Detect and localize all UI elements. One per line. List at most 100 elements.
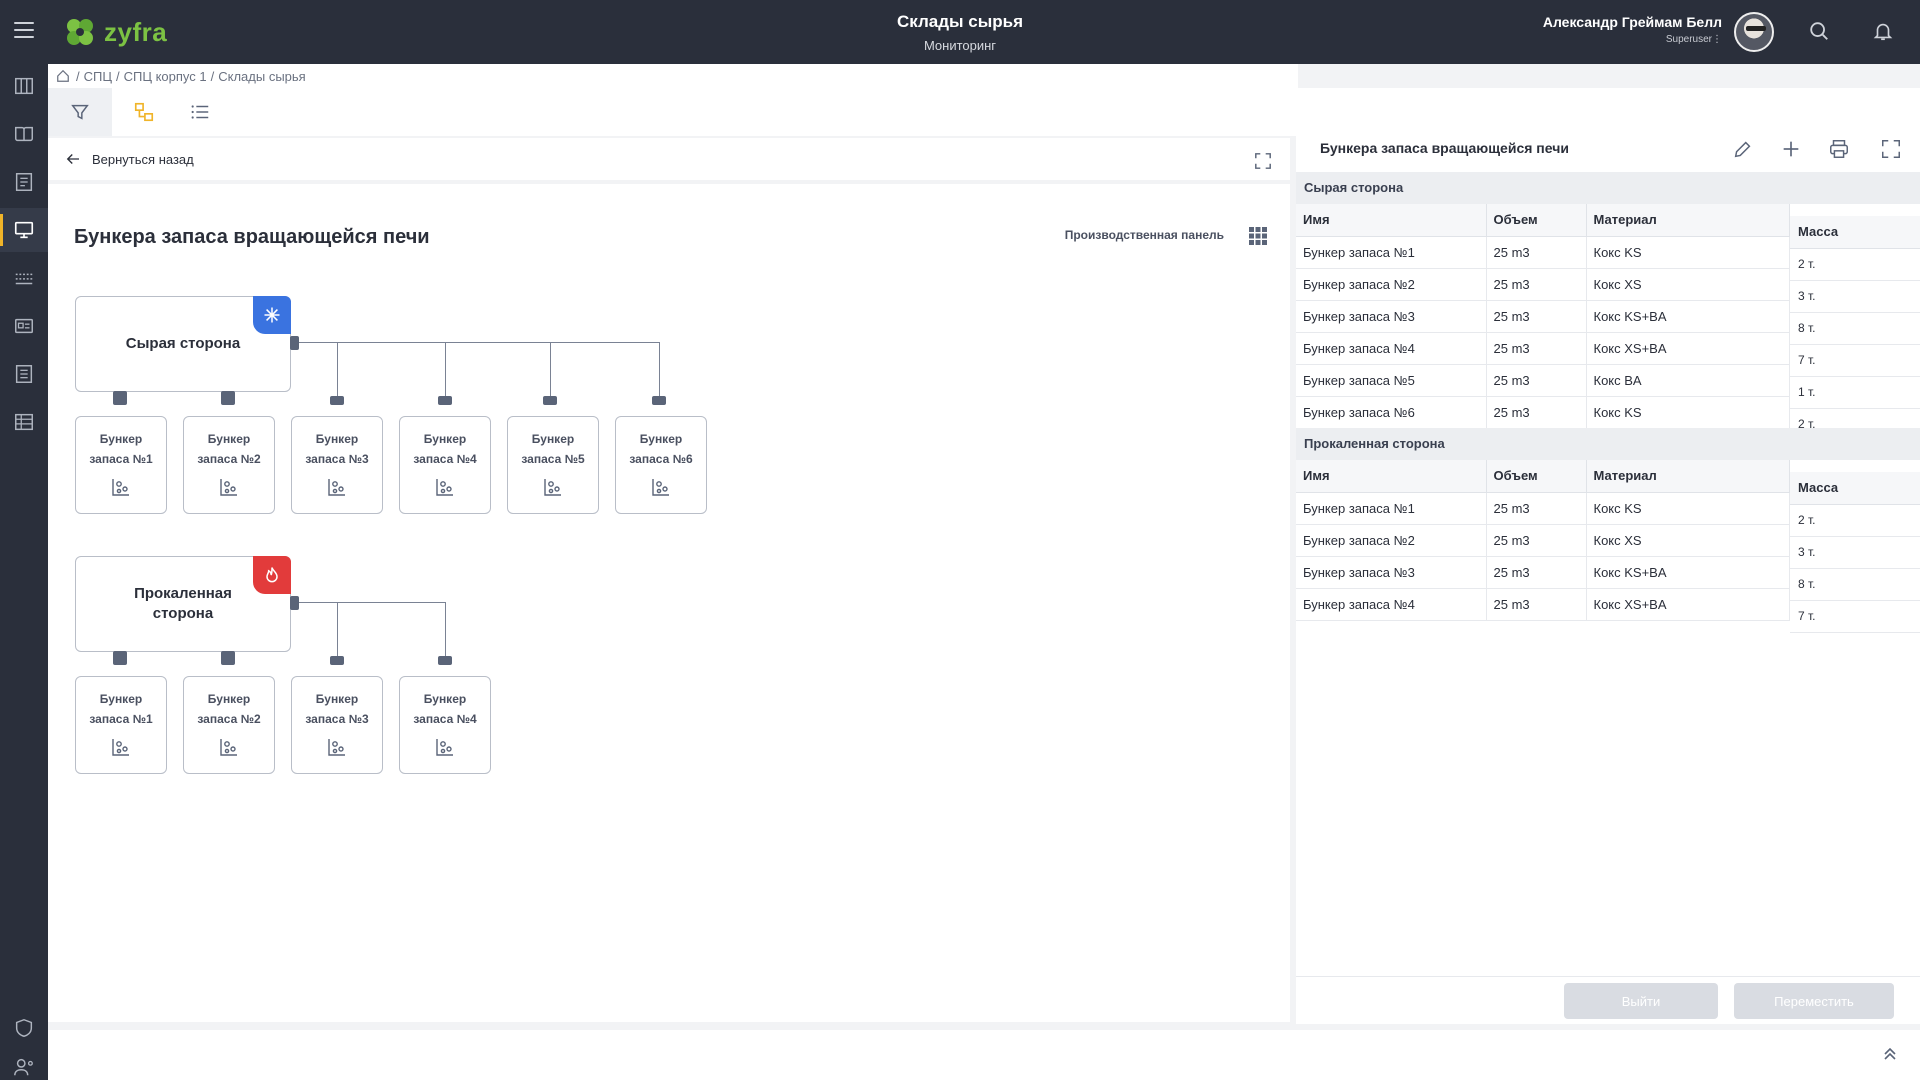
- printer-icon[interactable]: [1828, 138, 1850, 160]
- table-row[interactable]: Бункер запаса №3 25 m3 Кокс KS+BA: [1296, 300, 1790, 333]
- sidebar-item-storage[interactable]: [0, 400, 48, 444]
- bunker-chart-icon[interactable]: [435, 737, 455, 757]
- double-chevron-up-icon[interactable]: [1882, 1046, 1898, 1062]
- user-info[interactable]: Александр Греймам Белл Superuser⋮: [1543, 14, 1722, 45]
- fullscreen-icon[interactable]: [1254, 152, 1272, 170]
- breadcrumb-item-spc-building[interactable]: СПЦ корпус 1: [124, 69, 207, 84]
- child-node-calc-1[interactable]: Бункер запаса №1: [75, 676, 167, 774]
- bunker-chart-icon[interactable]: [111, 737, 131, 757]
- fullscreen-icon[interactable]: [1880, 138, 1902, 160]
- sidebar-item-journal[interactable]: [0, 352, 48, 396]
- calcined-side-table: Имя Объем Материал Бункер запаса №1 25 m3…: [1296, 460, 1790, 621]
- node-label: Бункер: [207, 432, 251, 446]
- table-header-row: Имя Объем Материал: [1296, 460, 1790, 493]
- table-row[interactable]: Бункер запаса №3 25 m3 Кокс KS+BA: [1296, 556, 1790, 589]
- table-row[interactable]: Бункер запаса №4 25 m3 Кокс XS+BA: [1296, 588, 1790, 621]
- cell-mass: 1 т.: [1790, 376, 1920, 409]
- document-icon: [15, 173, 33, 191]
- cell-name: Бункер запаса №1: [1296, 236, 1487, 269]
- connector-line: [445, 602, 446, 660]
- bunker-chart-icon[interactable]: [219, 477, 239, 497]
- pencil-icon[interactable]: [1732, 138, 1754, 160]
- page-subtitle: Мониторинг: [923, 38, 997, 53]
- search-icon[interactable]: [1808, 20, 1830, 42]
- sidebar-item-lines[interactable]: [0, 256, 48, 300]
- node-label: запаса №1: [89, 452, 153, 466]
- col-header-name[interactable]: Имя: [1296, 460, 1487, 493]
- child-node-raw-4[interactable]: Бункер запаса №4: [399, 416, 491, 514]
- filter-button[interactable]: [48, 88, 112, 136]
- child-node-raw-2[interactable]: Бункер запаса №2: [183, 416, 275, 514]
- exit-button[interactable]: Выйти: [1564, 983, 1718, 1019]
- node-label: запаса №3: [305, 712, 369, 726]
- cell-material: Кокс KS: [1586, 396, 1790, 429]
- sidebar-item-users[interactable]: [0, 1054, 48, 1080]
- zyfra-logo-icon: [67, 19, 93, 45]
- sidebar-item-monitoring[interactable]: [0, 208, 48, 252]
- calcined-side-badge: [253, 556, 291, 594]
- hierarchy-view-button[interactable]: [112, 88, 176, 136]
- avatar[interactable]: [1734, 12, 1774, 52]
- col-header-mass[interactable]: Масса: [1790, 216, 1920, 249]
- page-title: Склады сырья: [896, 12, 1023, 31]
- parent-node-calcined-side[interactable]: Прокаленная сторона: [75, 556, 291, 652]
- home-icon[interactable]: [56, 69, 70, 83]
- bunker-chart-icon[interactable]: [543, 477, 563, 497]
- bunker-chart-icon[interactable]: [111, 477, 131, 497]
- table-row[interactable]: Бункер запаса №2 25 m3 Кокс XS: [1296, 524, 1790, 557]
- bunker-chart-icon[interactable]: [327, 737, 347, 757]
- sidebar-item-dashboard[interactable]: [0, 304, 48, 348]
- table-row[interactable]: Бункер запаса №1 25 m3 Кокс KS: [1296, 492, 1790, 525]
- table-row[interactable]: Бункер запаса №5 25 m3 Кокс BA: [1296, 364, 1790, 397]
- table-row[interactable]: Бункер запаса №1 25 m3 Кокс KS: [1296, 236, 1790, 269]
- child-node-calc-2[interactable]: Бункер запаса №2: [183, 676, 275, 774]
- child-node-raw-3[interactable]: Бункер запаса №3: [291, 416, 383, 514]
- cell-volume: 25 m3: [1486, 556, 1587, 589]
- section-calcined-side[interactable]: Прокаленная сторона: [1296, 428, 1920, 460]
- menu-icon[interactable]: [14, 22, 34, 38]
- cell-name: Бункер запаса №3: [1296, 300, 1487, 333]
- bunker-chart-icon[interactable]: [651, 477, 671, 497]
- child-node-raw-5[interactable]: Бункер запаса №5: [507, 416, 599, 514]
- col-header-volume[interactable]: Объем: [1486, 460, 1587, 493]
- bunker-chart-icon[interactable]: [327, 477, 347, 497]
- col-header-material[interactable]: Материал: [1586, 460, 1790, 493]
- table-row[interactable]: Бункер запаса №6 25 m3 Кокс KS: [1296, 396, 1790, 429]
- parent-node-label: Прокаленная: [134, 585, 232, 602]
- grid-icon[interactable]: [1248, 226, 1268, 246]
- logo[interactable]: zyfra: [62, 14, 167, 50]
- col-header-volume[interactable]: Объем: [1486, 204, 1587, 237]
- columns-icon: [15, 77, 33, 95]
- bunker-chart-icon[interactable]: [219, 737, 239, 757]
- breadcrumb-item-raw-warehouses[interactable]: Склады сырья: [218, 69, 305, 84]
- move-button[interactable]: Переместить: [1734, 983, 1894, 1019]
- child-node-raw-1[interactable]: Бункер запаса №1: [75, 416, 167, 514]
- list-view-button[interactable]: [176, 88, 224, 136]
- breadcrumb-item-spc[interactable]: СПЦ: [84, 69, 112, 84]
- col-header-name[interactable]: Имя: [1296, 204, 1487, 237]
- col-header-mass[interactable]: Масса: [1790, 472, 1920, 505]
- child-node-raw-6[interactable]: Бункер запаса №6: [615, 416, 707, 514]
- sidebar-item-catalog[interactable]: [0, 112, 48, 156]
- col-header-material[interactable]: Материал: [1586, 204, 1790, 237]
- table-row[interactable]: Бункер запаса №2 25 m3 Кокс XS: [1296, 268, 1790, 301]
- child-node-calc-3[interactable]: Бункер запаса №3: [291, 676, 383, 774]
- bell-icon[interactable]: [1872, 20, 1894, 42]
- input-port: [330, 396, 344, 405]
- parent-node-raw-side[interactable]: Сырая сторона: [75, 296, 291, 392]
- cell-volume: 25 m3: [1486, 268, 1587, 301]
- cell-volume: 25 m3: [1486, 300, 1587, 333]
- table-row[interactable]: Бункер запаса №4 25 m3 Кокс XS+BA: [1296, 332, 1790, 365]
- bunker-chart-icon[interactable]: [435, 477, 455, 497]
- sidebar-item-reports[interactable]: [0, 160, 48, 204]
- user-settings-icon: [14, 1058, 33, 1076]
- child-node-calc-4[interactable]: Бункер запаса №4: [399, 676, 491, 774]
- sidebar-item-security[interactable]: [0, 1006, 48, 1050]
- production-panel-link[interactable]: Производственная панель: [1065, 228, 1224, 242]
- input-port: [438, 656, 452, 665]
- connector-line: [659, 342, 660, 400]
- sidebar-item-warehouse[interactable]: [0, 64, 48, 108]
- plus-icon[interactable]: [1780, 138, 1802, 160]
- connector-line: [445, 342, 446, 400]
- section-raw-side[interactable]: Сырая сторона: [1296, 172, 1920, 204]
